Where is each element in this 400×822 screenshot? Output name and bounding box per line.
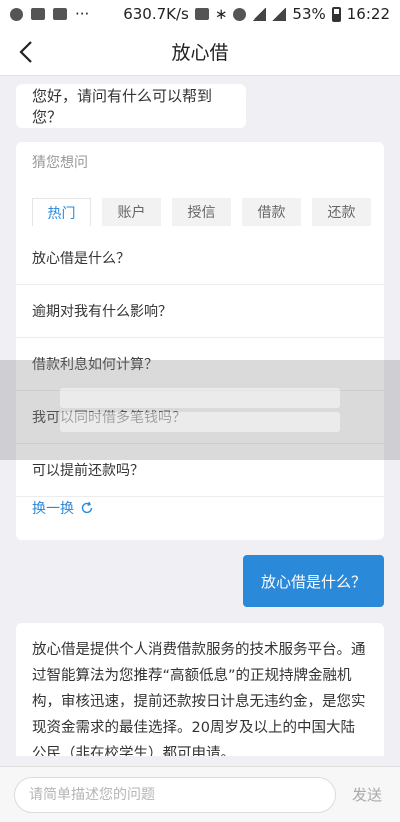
gallery-icon: [31, 8, 45, 20]
tab-repay[interactable]: 还款: [312, 198, 371, 226]
status-right: 630.7K/s ∗ 53% 16:22: [123, 5, 390, 23]
question-input[interactable]: [14, 776, 336, 813]
watermark-stripe: [60, 412, 340, 432]
faq-card: 猜您想问 热门 账户 授信 借款 还款 放心借是什么？ 逾期对我有什么影响？ 借…: [16, 142, 384, 540]
back-button[interactable]: [10, 36, 42, 68]
bluetooth-icon: ∗: [214, 5, 228, 23]
refresh-button[interactable]: 换一换: [32, 498, 94, 518]
page-title: 放心借: [171, 42, 229, 64]
watermark-stripe: [60, 388, 340, 408]
faq-question[interactable]: 逾期对我有什么影响？: [16, 285, 384, 338]
hd-icon: [194, 8, 209, 20]
network-speed: 630.7K/s: [123, 5, 189, 23]
send-button[interactable]: 发送: [352, 784, 382, 805]
wifi-icon: [252, 7, 267, 21]
more-notifications-icon: ···: [75, 5, 90, 23]
battery-icon: [331, 6, 341, 22]
bot-greeting-bubble: 您好，请问有什么可以帮到您？: [16, 84, 246, 128]
faq-header: 猜您想问: [32, 155, 88, 171]
chat-app-icon: [10, 7, 23, 21]
news-app-icon: [53, 8, 67, 20]
status-bar: ··· 630.7K/s ∗ 53% 16:22: [0, 0, 400, 28]
clock: 16:22: [346, 5, 390, 23]
tab-account[interactable]: 账户: [102, 198, 161, 226]
alarm-icon: [233, 7, 247, 21]
tab-hot[interactable]: 热门: [32, 198, 91, 226]
signal-icon: [272, 7, 287, 21]
nav-bar: 放心借: [0, 28, 400, 76]
status-left: ···: [10, 5, 89, 23]
bot-answer-bubble: 放心借是提供个人消费借款服务的技术服务平台。通过智能算法为您推荐“高额低息”的正…: [16, 623, 384, 756]
user-message-bubble: 放心借是什么？: [242, 555, 384, 607]
chevron-left-icon: [19, 41, 32, 63]
faq-question[interactable]: 放心借是什么？: [16, 232, 384, 285]
watermark-overlay: [0, 360, 400, 460]
refresh-label: 换一换: [32, 501, 74, 517]
tab-credit[interactable]: 授信: [172, 198, 231, 226]
refresh-icon: [81, 501, 93, 514]
input-bar: 发送: [0, 766, 400, 822]
faq-tabs: 热门 账户 授信 借款 还款: [32, 198, 371, 226]
tab-borrow[interactable]: 借款: [242, 198, 301, 226]
battery-percent: 53%: [292, 5, 326, 23]
